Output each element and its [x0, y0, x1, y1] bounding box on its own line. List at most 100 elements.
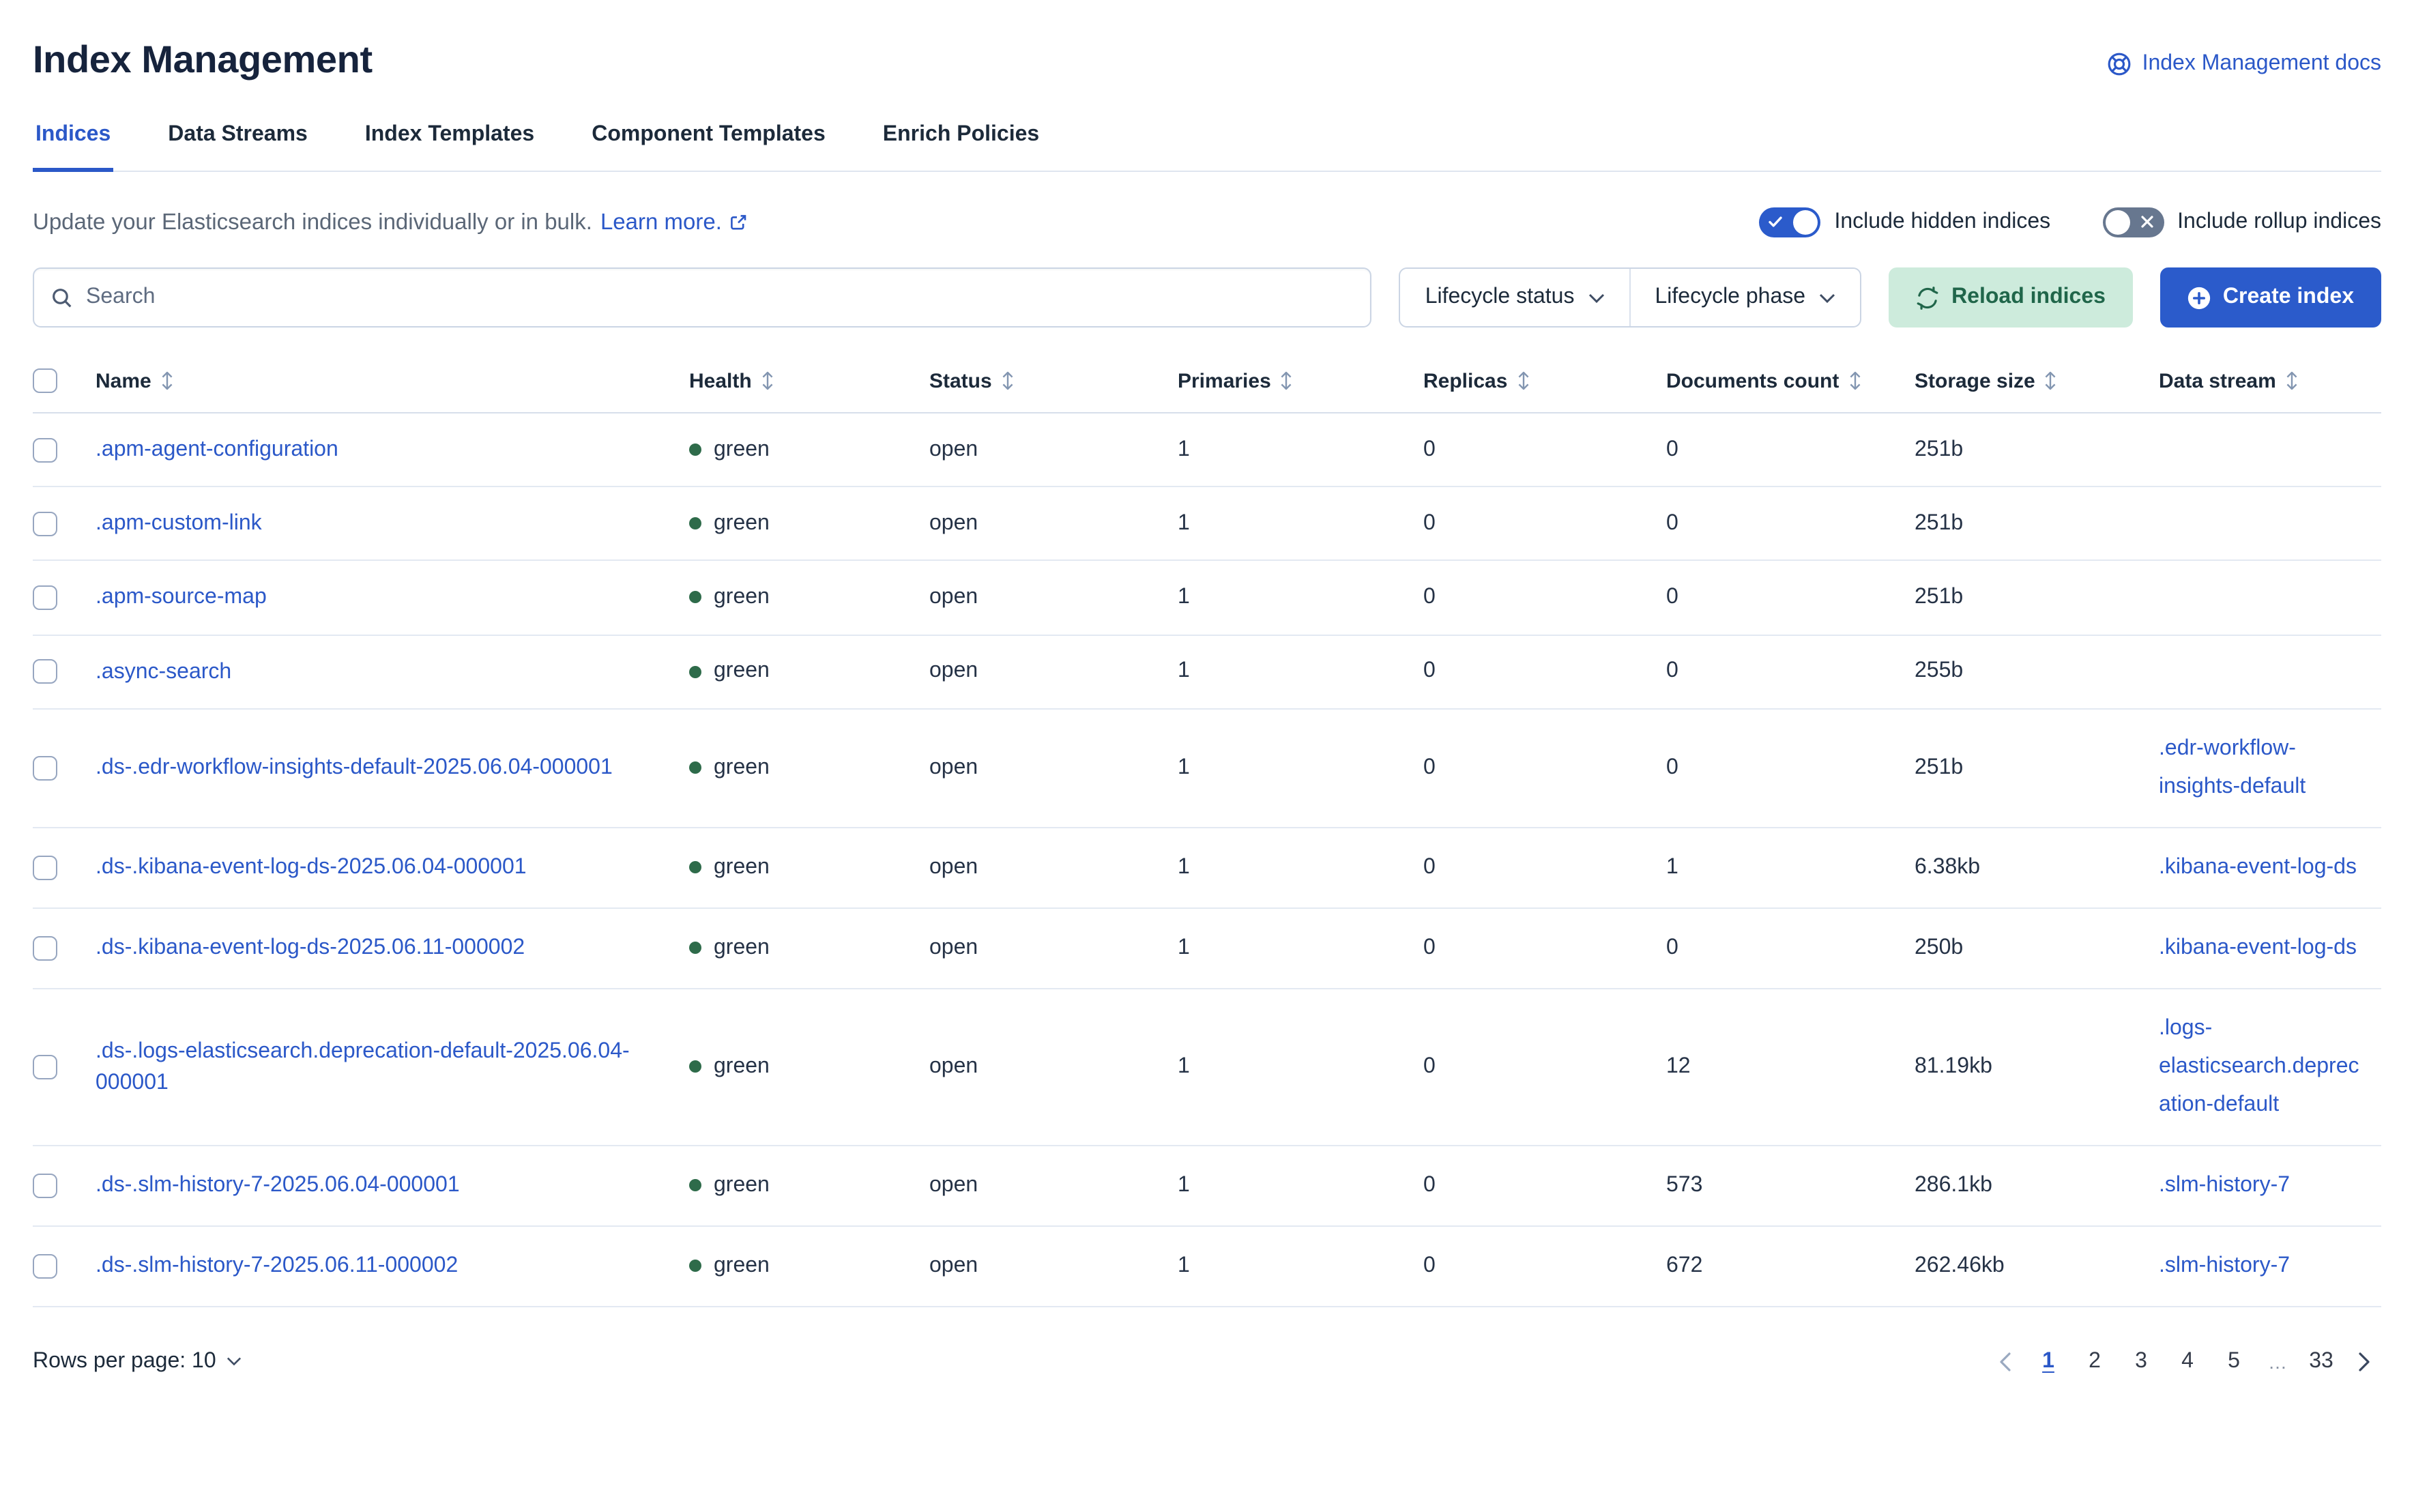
- column-header-data-stream[interactable]: Data stream: [2159, 360, 2381, 412]
- index-name-link[interactable]: .ds-.logs-elasticsearch.deprecation-defa…: [96, 1035, 656, 1099]
- row-checkbox[interactable]: [33, 856, 57, 880]
- index-name-link[interactable]: .ds-.slm-history-7-2025.06.04-000001: [96, 1169, 460, 1201]
- page-number-button[interactable]: 5: [2213, 1340, 2254, 1384]
- data-stream-link[interactable]: .edr-workflow-insights-default: [2159, 730, 2370, 806]
- tab-enrich-policies[interactable]: Enrich Policies: [880, 123, 1042, 172]
- column-header-documents-count[interactable]: Documents count: [1666, 360, 1915, 412]
- documents-count-value: 1: [1666, 828, 1915, 907]
- primaries-value: 1: [1178, 828, 1423, 907]
- page-number-button[interactable]: 4: [2167, 1340, 2208, 1384]
- tab-indices[interactable]: Indices: [33, 123, 113, 172]
- primaries-value: 1: [1178, 635, 1423, 708]
- plus-in-circle-icon: [2187, 286, 2211, 309]
- status-value: open: [929, 710, 1178, 827]
- health-dot-icon: [689, 444, 701, 456]
- status-value: open: [929, 828, 1178, 907]
- toggle-label: Include hidden indices: [1834, 210, 2050, 235]
- page-number-button[interactable]: 33: [2301, 1340, 2342, 1384]
- index-name-link[interactable]: .apm-custom-link: [96, 508, 262, 539]
- docs-link-label: Index Management docs: [2142, 52, 2381, 76]
- search-input[interactable]: [86, 285, 1354, 310]
- health-value: green: [714, 936, 770, 961]
- check-icon: [1769, 210, 1782, 235]
- filter-group: Lifecycle status Lifecycle phase: [1399, 267, 1861, 328]
- index-name-link[interactable]: .ds-.edr-workflow-insights-default-2025.…: [96, 752, 613, 783]
- replicas-value: 0: [1423, 413, 1666, 486]
- data-stream-link[interactable]: .kibana-event-log-ds: [2159, 929, 2357, 968]
- index-name-link[interactable]: .ds-.kibana-event-log-ds-2025.06.04-0000…: [96, 852, 527, 883]
- rows-per-page-button[interactable]: Rows per page: 10: [33, 1350, 242, 1374]
- replicas-value: 0: [1423, 710, 1666, 827]
- tab-component-templates[interactable]: Component Templates: [589, 123, 828, 172]
- storage-size-value: 251b: [1915, 562, 2159, 634]
- column-header-primaries[interactable]: Primaries: [1178, 360, 1423, 412]
- table-header: Name Health Status: [33, 360, 2381, 413]
- data-stream-link[interactable]: .logs-elasticsearch.deprecation-default: [2159, 1010, 2370, 1124]
- row-checkbox[interactable]: [33, 437, 57, 462]
- health-dot-icon: [689, 942, 701, 955]
- column-header-name[interactable]: Name: [96, 360, 689, 412]
- row-checkbox[interactable]: [33, 756, 57, 781]
- health-dot-icon: [689, 518, 701, 530]
- previous-page-button[interactable]: [1988, 1347, 2022, 1377]
- primaries-value: 1: [1178, 710, 1423, 827]
- replicas-value: 0: [1423, 989, 1666, 1145]
- column-header-storage-size[interactable]: Storage size: [1915, 360, 2159, 412]
- row-checkbox[interactable]: [33, 512, 57, 536]
- data-stream-link[interactable]: .slm-history-7: [2159, 1247, 2290, 1285]
- tab-index-templates[interactable]: Index Templates: [362, 123, 537, 172]
- row-checkbox[interactable]: [33, 1254, 57, 1279]
- subheader: Update your Elasticsearch indices indivi…: [33, 207, 2381, 237]
- pagination-ellipsis: …: [2260, 1351, 2295, 1373]
- page-number-button[interactable]: 2: [2074, 1340, 2115, 1384]
- health-value: green: [714, 659, 770, 684]
- column-header-status[interactable]: Status: [929, 360, 1178, 412]
- column-header-replicas[interactable]: Replicas: [1423, 360, 1666, 412]
- docs-link[interactable]: Index Management docs: [2107, 52, 2381, 76]
- reload-indices-button[interactable]: Reload indices: [1889, 267, 2133, 328]
- toggle-knob: [2105, 210, 2129, 235]
- sort-icon: [2044, 371, 2059, 390]
- row-checkbox[interactable]: [33, 585, 57, 610]
- tab-data-streams[interactable]: Data Streams: [165, 123, 310, 172]
- data-stream-link[interactable]: .kibana-event-log-ds: [2159, 849, 2357, 887]
- health-dot-icon: [689, 762, 701, 774]
- table-row: .ds-.kibana-event-log-ds-2025.06.04-0000…: [33, 828, 2381, 909]
- column-header-health[interactable]: Health: [689, 360, 929, 412]
- lifecycle-phase-filter[interactable]: Lifecycle phase: [1629, 269, 1860, 326]
- toggle-switch[interactable]: [2102, 207, 2164, 237]
- lifecycle-status-filter[interactable]: Lifecycle status: [1401, 269, 1629, 326]
- replicas-value: 0: [1423, 1146, 1666, 1225]
- row-checkbox[interactable]: [33, 1055, 57, 1079]
- toggle-knob: [1793, 210, 1818, 235]
- replicas-value: 0: [1423, 1227, 1666, 1306]
- toggle-switch[interactable]: [1759, 207, 1820, 237]
- replicas-value: 0: [1423, 562, 1666, 634]
- documents-count-value: 0: [1666, 635, 1915, 708]
- create-index-button[interactable]: Create index: [2160, 267, 2381, 328]
- health-dot-icon: [689, 1061, 701, 1073]
- learn-more-link[interactable]: Learn more.: [600, 209, 748, 235]
- index-name-link[interactable]: .ds-.kibana-event-log-ds-2025.06.11-0000…: [96, 932, 525, 963]
- page-number-button[interactable]: 1: [2028, 1340, 2069, 1384]
- health-value: green: [714, 1055, 770, 1079]
- index-name-link[interactable]: .async-search: [96, 656, 231, 687]
- index-name-link[interactable]: .apm-source-map: [96, 582, 267, 613]
- toggles: Include hidden indices Include rollup in…: [1759, 207, 2381, 237]
- page-number-button[interactable]: 3: [2121, 1340, 2162, 1384]
- index-management-page: Index Management Index Management docs I…: [0, 0, 2414, 1512]
- row-checkbox[interactable]: [33, 936, 57, 961]
- search-box: [33, 267, 1372, 328]
- status-value: open: [929, 989, 1178, 1145]
- data-stream-link[interactable]: .slm-history-7: [2159, 1167, 2290, 1205]
- toolbar: Lifecycle status Lifecycle phase: [33, 267, 2381, 328]
- row-checkbox[interactable]: [33, 659, 57, 684]
- next-page-button[interactable]: [2347, 1347, 2381, 1377]
- toggle-group: Include hidden indices: [1759, 207, 2050, 237]
- life-ring-icon: [2107, 52, 2132, 76]
- index-name-link[interactable]: .apm-agent-configuration: [96, 434, 338, 465]
- select-all-checkbox[interactable]: [33, 368, 57, 393]
- health-value: green: [714, 512, 770, 536]
- row-checkbox[interactable]: [33, 1174, 57, 1198]
- index-name-link[interactable]: .ds-.slm-history-7-2025.06.11-000002: [96, 1250, 458, 1281]
